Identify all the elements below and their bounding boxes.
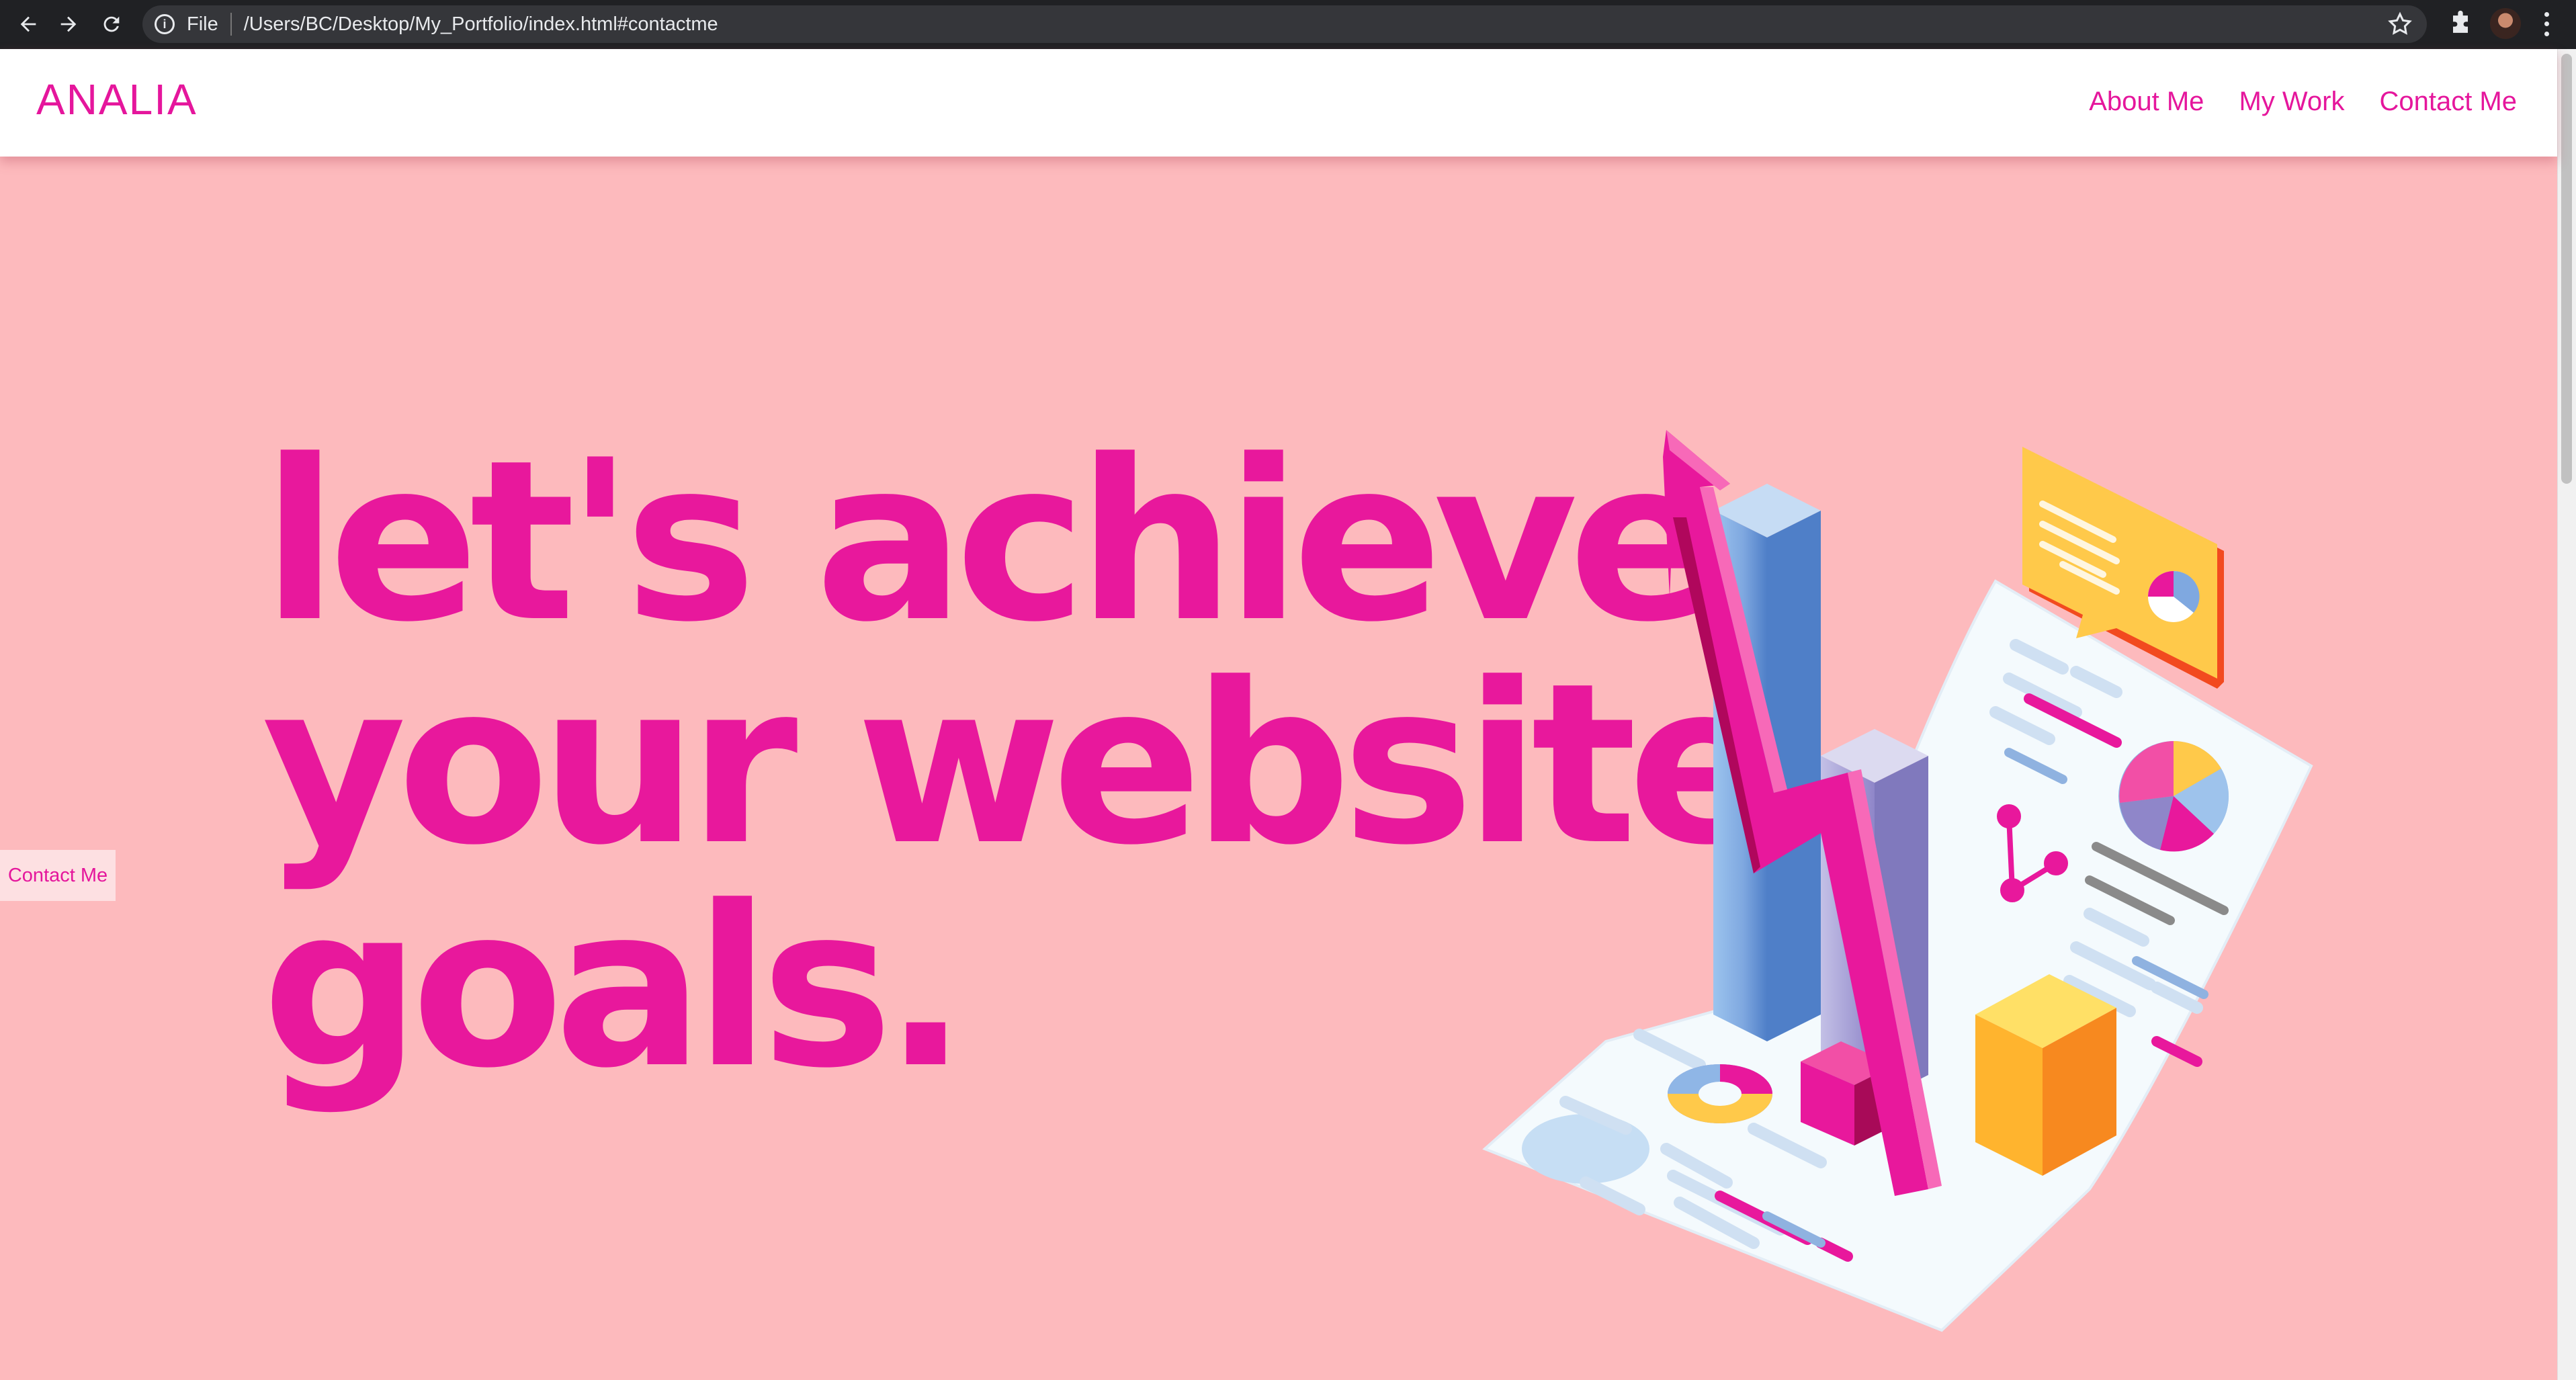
url-scheme: File [187,13,218,35]
pie-chart-icon [2118,741,2229,852]
site-header: ANALIA About Me My Work Contact Me [0,49,2557,157]
reload-icon[interactable] [91,4,132,44]
nav-about-me[interactable]: About Me [2089,87,2204,117]
browser-toolbar: i File /Users/BC/Desktop/My_Portfolio/in… [0,0,2576,49]
star-icon[interactable] [2387,11,2413,38]
profile-avatar[interactable] [2490,8,2521,39]
nav-my-work[interactable]: My Work [2239,87,2344,117]
growth-chart-illustration [1482,430,2313,1332]
address-bar[interactable]: i File /Users/BC/Desktop/My_Portfolio/in… [142,5,2427,43]
url-text[interactable]: /Users/BC/Desktop/My_Portfolio/index.htm… [244,13,718,36]
scrollbar-thumb[interactable] [2561,54,2572,484]
back-arrow-icon[interactable] [8,4,48,44]
forward-arrow-icon[interactable] [48,4,89,44]
side-contact-button[interactable]: Contact Me [0,850,116,901]
main-nav: About Me My Work Contact Me [2089,87,2517,117]
donut-chart-icon [1668,1064,1772,1123]
orange-cube [1975,974,2116,1176]
site-logo[interactable]: ANALIA [36,75,198,124]
extensions-icon[interactable] [2446,9,2475,39]
info-icon[interactable]: i [155,14,175,34]
nav-contact-me[interactable]: Contact Me [2379,87,2517,117]
divider [230,13,232,36]
more-menu-icon[interactable] [2540,9,2553,39]
